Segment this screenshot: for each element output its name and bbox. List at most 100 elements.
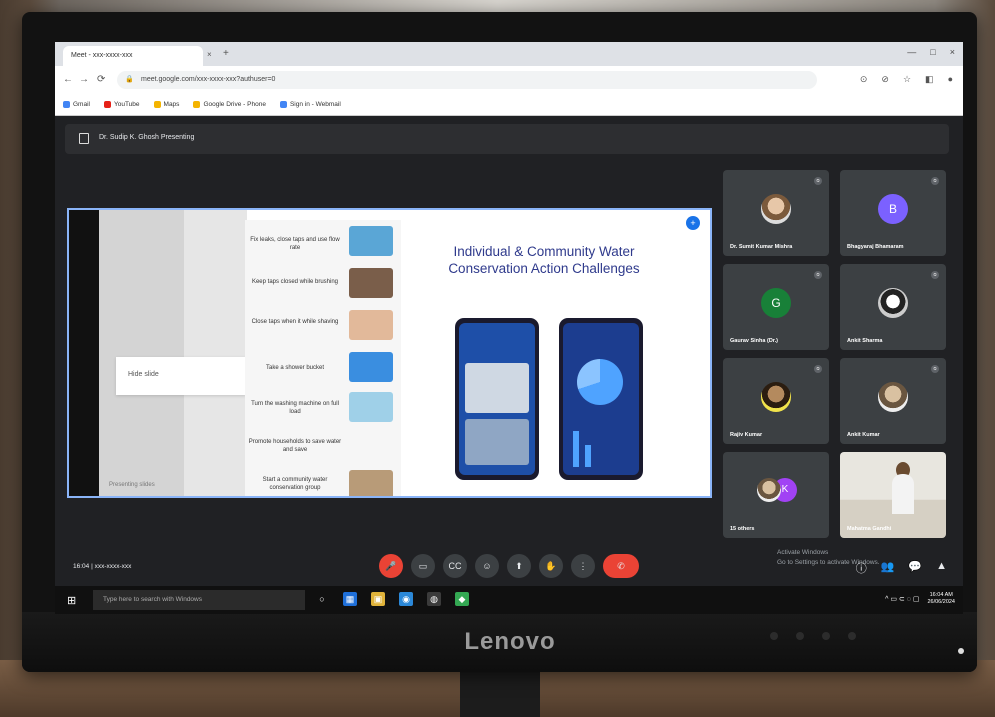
presenting-title: Dr. Sudip K. Ghosh Presenting — [99, 134, 195, 141]
participant-tile[interactable]: G ⦸ Gaurav Sinha (Dr.) — [723, 264, 829, 350]
camera-button[interactable]: ▭ — [411, 554, 435, 578]
activities-icon[interactable]: ▲ — [936, 560, 947, 576]
participant-name: 15 others — [730, 526, 755, 532]
monitor-hardware-buttons — [770, 632, 856, 640]
presentation-panel-inner — [99, 210, 184, 496]
phone-screen — [563, 323, 639, 475]
person-body — [892, 474, 914, 514]
avatar — [878, 382, 908, 412]
pin-icon[interactable]: + — [686, 216, 700, 230]
url-input[interactable]: meet.google.com/xxx-xxxx-xxx?authuser=0 — [117, 71, 817, 89]
avatar: G — [761, 288, 791, 318]
taskbar-clock[interactable]: 16:04 AM 26/06/2024 — [927, 592, 955, 606]
info-icon[interactable]: ⓘ — [856, 560, 867, 576]
back-icon[interactable]: ← — [63, 74, 73, 85]
system-tray: ^ ▭ ⊂ ◌ ▢ 16:04 AM 26/06/2024 — [885, 592, 955, 606]
monitor-stand — [460, 672, 540, 717]
store-icon[interactable]: ▦ — [343, 592, 357, 606]
chat-icon[interactable]: 💬 — [908, 560, 922, 576]
community-image-icon — [349, 470, 393, 496]
screen: Meet - xxx-xxxx-xxx × + — □ × ← → ⟳ meet… — [55, 42, 963, 614]
tap-image-icon — [349, 226, 393, 256]
lock-icon[interactable]: 🔒 — [125, 75, 134, 83]
participant-tile[interactable]: ⦸ Rajiv Kumar — [723, 358, 829, 444]
forward-icon[interactable]: → — [79, 74, 89, 85]
taskbar-search-input[interactable]: Type here to search with Windows — [93, 590, 305, 610]
phone-screen — [459, 323, 535, 475]
close-tab-icon[interactable]: × — [207, 50, 212, 59]
task-view-icon[interactable]: ○ — [315, 592, 329, 606]
file-explorer-icon[interactable]: ▣ — [371, 592, 385, 606]
monitor-button[interactable] — [848, 632, 856, 640]
people-icon[interactable]: 👥 — [881, 560, 895, 576]
shaving-image-icon — [349, 310, 393, 340]
gmail-icon — [63, 101, 70, 108]
avatar — [878, 288, 908, 318]
monitor-button[interactable] — [822, 632, 830, 640]
bookmark-item[interactable]: Gmail — [63, 101, 90, 108]
tray-icons[interactable]: ^ ▭ ⊂ ◌ ▢ — [885, 595, 919, 603]
participant-tile[interactable]: ⦸ Dr. Sumit Kumar Mishra — [723, 170, 829, 256]
mic-muted-icon: ⦸ — [931, 271, 939, 279]
hide-slide-card[interactable]: Hide slide — [116, 357, 246, 395]
participant-tile[interactable]: B ⦸ Bhagyaraj Bhamaram — [840, 170, 946, 256]
participant-tile[interactable]: ⦸ Ankit Sharma — [840, 264, 946, 350]
presentation-stage[interactable]: Hide slide Presenting slides Fix leaks, … — [67, 208, 712, 498]
raise-hand-button[interactable]: ✋ — [539, 554, 563, 578]
monitor-button[interactable] — [770, 632, 778, 640]
windows-start-icon[interactable]: ⊞ — [67, 594, 76, 607]
chrome-icon[interactable]: ◆ — [455, 592, 469, 606]
bookmarks-bar: Gmail YouTube Maps Google Drive - Phone … — [55, 94, 963, 116]
mic-muted-icon: ⦸ — [814, 271, 822, 279]
close-window-icon[interactable]: × — [950, 47, 955, 57]
tip-text: Take a shower bucket — [265, 365, 325, 371]
participant-name: Bhagyaraj Bhamaram — [847, 244, 904, 250]
edge-icon[interactable]: ◉ — [399, 592, 413, 606]
camera-app-icon[interactable]: ◍ — [427, 592, 441, 606]
meeting-info: 16:04 | xxx-xxxx-xxx — [73, 563, 132, 570]
new-tab-icon[interactable]: + — [223, 48, 229, 59]
participant-name: Dr. Sumit Kumar Mishra — [730, 244, 793, 250]
monitor-button[interactable] — [796, 632, 804, 640]
present-button[interactable]: ⬆ — [507, 554, 531, 578]
bookmark-item[interactable]: YouTube — [103, 101, 140, 108]
bookmark-item[interactable]: Sign in - Webmail — [279, 101, 341, 108]
extension-icon[interactable]: ⊘ — [881, 74, 889, 85]
bucket-image-icon — [349, 352, 393, 382]
maximize-icon[interactable]: □ — [930, 47, 935, 57]
minimize-icon[interactable]: — — [907, 47, 916, 57]
leave-call-button[interactable]: ✆ — [603, 554, 639, 578]
participant-name: Ankit Sharma — [847, 338, 883, 344]
bookmark-item[interactable]: Google Drive - Phone — [193, 101, 266, 108]
avatar — [757, 478, 781, 502]
cast-icon[interactable]: ⊙ — [860, 74, 868, 85]
presentation-left-edge — [69, 210, 99, 496]
pie-graphic-icon — [577, 359, 623, 405]
window-controls: — □ × — [907, 47, 955, 57]
browser-tab[interactable]: Meet - xxx-xxxx-xxx — [63, 46, 203, 66]
meet-window: Dr. Sudip K. Ghosh Presenting Hide slide… — [55, 116, 963, 614]
participant-tile[interactable]: ⦸ Ankit Kumar — [840, 358, 946, 444]
phone-photo — [465, 363, 529, 413]
emoji-button[interactable]: ☺ — [475, 554, 499, 578]
bookmark-item[interactable]: Maps — [153, 101, 179, 108]
presenting-banner: Dr. Sudip K. Ghosh Presenting — [65, 124, 949, 154]
avatar: B — [878, 194, 908, 224]
bookmark-star-icon[interactable]: ☆ — [903, 74, 911, 85]
presentation-footer: Presenting slides — [109, 482, 155, 488]
self-video-tile[interactable]: Mahatma Gandhi — [840, 452, 946, 538]
tip-text: Start a community water conservation gro… — [262, 477, 328, 491]
sidebar-icon[interactable]: ◧ — [925, 74, 934, 85]
participant-tile-others[interactable]: K 15 others — [723, 452, 829, 538]
mic-muted-icon: ⦸ — [931, 365, 939, 373]
youtube-icon — [103, 101, 111, 108]
more-options-button[interactable]: ⋮ — [571, 554, 595, 578]
mic-off-button[interactable]: 🎤 — [379, 554, 403, 578]
windows-taskbar: ⊞ Type here to search with Windows ○ ▦ ▣… — [55, 586, 963, 614]
reload-icon[interactable]: ⟳ — [97, 74, 105, 85]
washing-image-icon — [349, 392, 393, 422]
mic-muted-icon: ⦸ — [931, 177, 939, 185]
profile-icon[interactable]: ● — [948, 74, 953, 85]
avatar — [761, 194, 791, 224]
captions-button[interactable]: CC — [443, 554, 467, 578]
